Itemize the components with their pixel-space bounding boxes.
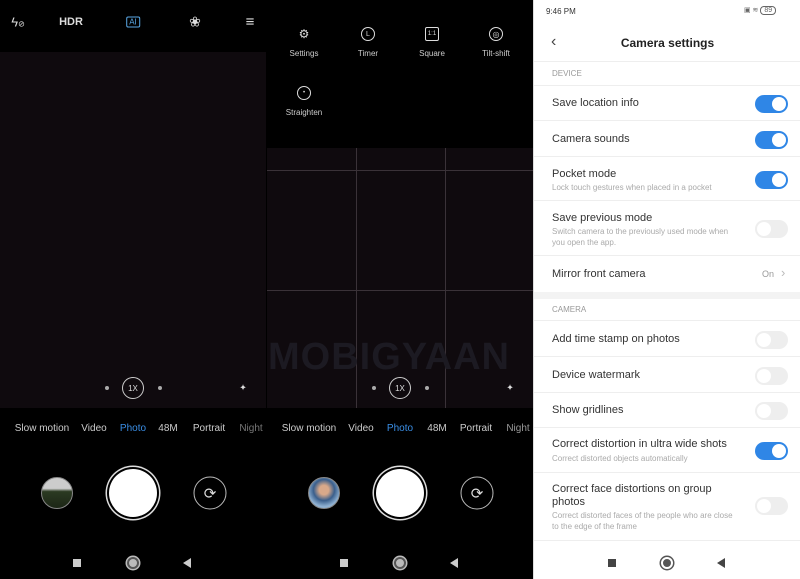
mode-video[interactable]: Video	[348, 423, 373, 434]
setting-pocket-mode[interactable]: Pocket mode Lock touch gestures when pla…	[534, 156, 800, 200]
setting-face-distortion[interactable]: Correct face distortions on group photos…	[534, 472, 800, 540]
section-camera: CAMERA	[552, 305, 587, 314]
ai-scene-icon[interactable]: ✦	[506, 383, 514, 394]
setting-correct-distortion[interactable]: Correct distortion in ultra wide shots C…	[534, 427, 800, 472]
gallery-thumbnail[interactable]	[41, 477, 73, 509]
setting-device-watermark[interactable]: Device watermark	[534, 356, 800, 392]
setting-time-stamp[interactable]: Add time stamp on photos	[534, 320, 800, 356]
zoom-dot[interactable]	[425, 386, 429, 390]
setting-show-gridlines[interactable]: Show gridlines	[534, 392, 800, 427]
mode-night[interactable]: Night	[506, 423, 529, 434]
mode-portrait[interactable]: Portrait	[193, 423, 225, 434]
zoom-button[interactable]: 1X	[122, 377, 144, 399]
gridline	[267, 170, 533, 171]
hdr-button[interactable]: HDR	[59, 16, 83, 28]
setting-mirror-front-camera[interactable]: Mirror front camera On ›	[534, 255, 800, 292]
ai-scene-icon[interactable]: ✦	[239, 383, 247, 394]
zoom-dot[interactable]	[372, 386, 376, 390]
toggle-save-location[interactable]	[755, 95, 788, 113]
menu-settings[interactable]: Settings	[290, 49, 319, 58]
status-time: 9:46 PM	[546, 7, 576, 16]
battery-indicator: 89	[760, 6, 777, 15]
mode-video[interactable]: Video	[81, 423, 106, 434]
nav-back-icon[interactable]	[450, 558, 458, 568]
switch-camera-icon[interactable]: ⟳	[460, 476, 494, 510]
mode-48m[interactable]: 48M	[158, 423, 177, 434]
ai-button[interactable]: AI	[126, 16, 140, 28]
toggle-camera-sounds[interactable]	[755, 131, 788, 149]
toggle-show-gridlines[interactable]	[755, 402, 788, 420]
nav-recents-icon[interactable]	[608, 559, 616, 567]
gridline	[267, 290, 533, 291]
switch-camera-icon[interactable]: ⟳	[193, 476, 227, 510]
zoom-button[interactable]: 1X	[389, 377, 411, 399]
mode-photo[interactable]: Photo	[387, 423, 413, 434]
nav-recents-icon[interactable]	[73, 559, 81, 567]
mode-48m[interactable]: 48M	[427, 423, 446, 434]
mode-portrait[interactable]: Portrait	[460, 423, 492, 434]
status-icons: ▣ ≋ 89	[744, 6, 777, 15]
menu-icon[interactable]: ≡	[246, 14, 255, 31]
square-ratio-icon[interactable]: 1:1	[425, 27, 439, 41]
camera-settings-screen: 9:46 PM ▣ ≋ 89 ‹ Camera settings DEVICE …	[533, 0, 800, 579]
page-title: Camera settings	[620, 36, 715, 50]
section-separator	[534, 292, 800, 299]
mode-slow-motion[interactable]: Slow motion	[15, 423, 69, 434]
setting-save-location[interactable]: Save location info	[534, 85, 800, 120]
zoom-dot[interactable]	[105, 386, 109, 390]
menu-square[interactable]: Square	[419, 49, 445, 58]
flash-off-icon[interactable]: ϟ⊘	[11, 15, 25, 30]
toggle-device-watermark[interactable]	[755, 367, 788, 385]
watermark: MOBIGYAAN	[268, 336, 510, 378]
toggle-pocket-mode[interactable]	[755, 171, 788, 189]
header-divider	[534, 61, 800, 62]
nav-home-icon[interactable]	[394, 557, 406, 569]
mode-photo[interactable]: Photo	[120, 423, 146, 434]
straighten-icon[interactable]: •	[297, 86, 311, 100]
menu-tilt-shift[interactable]: Tilt-shift	[482, 49, 510, 58]
nav-home-icon[interactable]	[661, 557, 673, 569]
shutter-button[interactable]	[376, 469, 424, 517]
mode-night[interactable]: Night	[239, 423, 262, 434]
zoom-dot[interactable]	[158, 386, 162, 390]
gallery-thumbnail[interactable]	[308, 477, 340, 509]
mode-slow-motion[interactable]: Slow motion	[282, 423, 336, 434]
setting-save-previous-mode[interactable]: Save previous mode Switch camera to the …	[534, 200, 800, 255]
toggle-time-stamp[interactable]	[755, 331, 788, 349]
nav-recents-icon[interactable]	[340, 559, 348, 567]
nav-divider	[534, 540, 800, 541]
section-device: DEVICE	[552, 69, 582, 78]
menu-timer[interactable]: Timer	[358, 49, 378, 58]
toggle-correct-distortion[interactable]	[755, 442, 788, 460]
menu-straighten[interactable]: Straighten	[286, 108, 322, 117]
nav-back-icon[interactable]	[717, 558, 725, 568]
chevron-right-icon: ›	[781, 265, 786, 280]
filters-icon[interactable]: ❀	[189, 14, 201, 31]
gear-icon[interactable]: ⚙	[297, 27, 311, 41]
camera-screen-left: ϟ⊘ HDR AI ❀ ≡ 1X ✦ Slow motion Video Pho…	[0, 0, 266, 579]
clock-icon[interactable]: L	[361, 27, 375, 41]
toggle-face-distortion[interactable]	[755, 497, 788, 515]
nav-home-icon[interactable]	[127, 557, 139, 569]
tilt-shift-icon[interactable]: ◎	[489, 27, 503, 41]
shutter-button[interactable]	[109, 469, 157, 517]
toggle-save-previous-mode[interactable]	[755, 220, 788, 238]
mirror-value: On	[762, 269, 775, 279]
nav-back-icon[interactable]	[183, 558, 191, 568]
viewfinder[interactable]	[0, 52, 266, 408]
setting-camera-sounds[interactable]: Camera sounds	[534, 120, 800, 156]
